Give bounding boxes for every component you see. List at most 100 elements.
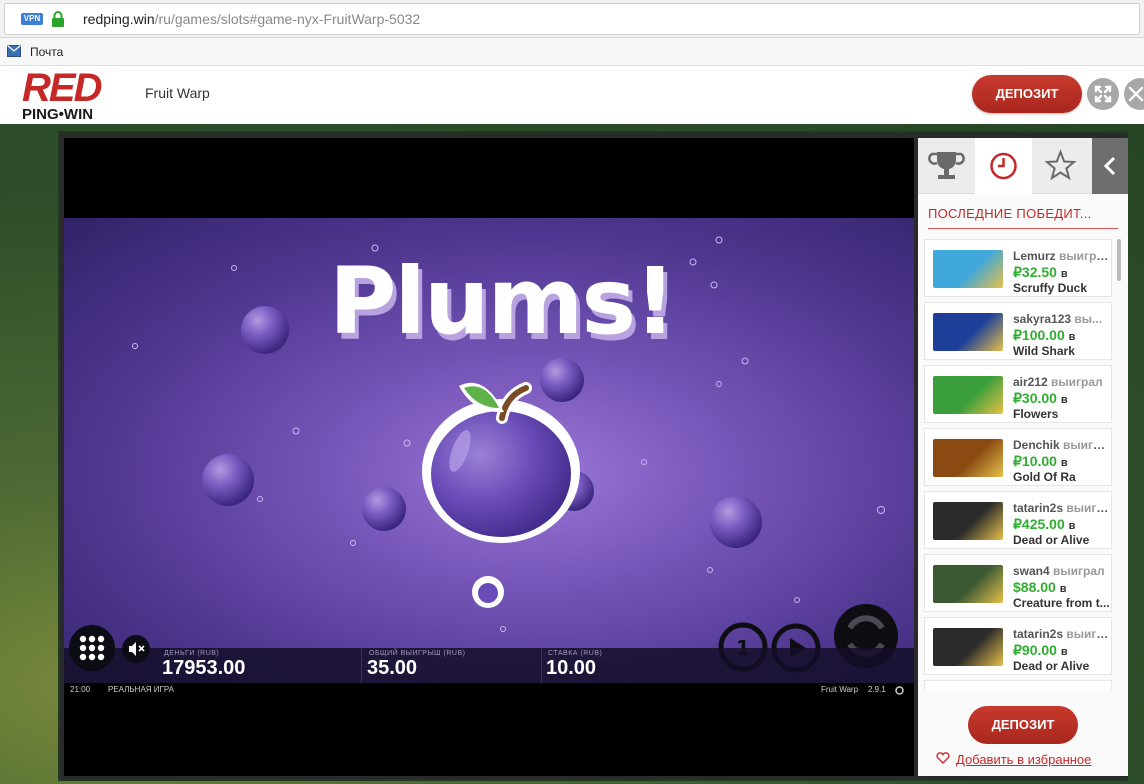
expand-icon <box>1094 85 1112 103</box>
clock-icon <box>990 152 1017 180</box>
winner-amount-line: ₽90.00 в <box>1013 642 1068 659</box>
deposit-button-panel[interactable]: ДЕПОЗИТ <box>968 706 1078 744</box>
vpn-badge[interactable]: VPN <box>21 13 43 25</box>
winner-user: tatarin2s выигр... <box>1013 627 1110 641</box>
close-game-button[interactable] <box>1124 78 1144 110</box>
winner-user: Lemurz выиграл <box>1013 249 1110 263</box>
winners-list[interactable]: Lemurz выиграл ₽32.50 в Scruffy Duck sakyra… <box>924 239 1116 691</box>
winner-amount: ₽100.00 <box>1013 327 1065 343</box>
winner-item[interactable]: Denchik выиграл ₽10.00 в Gold Of Ra <box>924 428 1112 486</box>
winner-game[interactable]: Flowers <box>1013 407 1110 421</box>
game-thumbnail[interactable] <box>933 250 1003 288</box>
game-mode: РЕАЛЬНАЯ ИГРА <box>108 685 175 694</box>
collapse-panel-button[interactable] <box>1092 138 1128 194</box>
winner-verb: выигр... <box>1066 627 1110 641</box>
winner-verb: выиграл <box>1059 249 1110 263</box>
site-logo[interactable]: RED PING•WIN <box>20 66 120 123</box>
winner-game[interactable]: Dead or Alive <box>1013 659 1110 673</box>
game-hud: ДЕНЬГИ (RUB) 17953.00 ОБЩИЙ ВЫИГРЫШ (RUB… <box>64 648 914 683</box>
bookmarks-bar: Почта <box>0 38 1144 66</box>
winner-verb: выиграл <box>1063 438 1110 452</box>
winner-verb: вы... <box>1074 312 1103 326</box>
winner-item[interactable]: air212 выиграл ₽30.00 в Flowers <box>924 365 1112 423</box>
game-thumbnail[interactable] <box>933 628 1003 666</box>
star-icon <box>1044 149 1077 181</box>
winner-game[interactable]: Gold Of Ra <box>1013 470 1110 484</box>
winner-game[interactable]: Dead or Alive <box>1013 533 1110 547</box>
tab-recent-winners[interactable] <box>975 138 1032 194</box>
game-version: 2.9.1 <box>868 685 886 694</box>
game-thumbnail[interactable] <box>933 313 1003 351</box>
winner-in: в <box>1060 457 1068 469</box>
winner-game[interactable]: Scruffy Duck <box>1013 281 1110 295</box>
footer-game-name: Fruit Warp <box>821 685 859 694</box>
winner-verb: выиграл <box>1053 564 1105 578</box>
winner-amount-line: ₽100.00 в <box>1013 327 1075 344</box>
winner-username: air212 <box>1013 375 1048 389</box>
winner-item[interactable]: tatarin2s выигр... ₽425.00 в Dead or Alive <box>924 491 1112 549</box>
winner-username: Lemurz <box>1013 249 1056 263</box>
money-label: ДЕНЬГИ (RUB) <box>164 650 220 657</box>
winner-amount-line: ₽30.00 в <box>1013 390 1068 407</box>
winner-item[interactable]: swan4 выиграл $88.00 в Creature from t... <box>924 554 1112 612</box>
game-menu-button[interactable] <box>69 625 115 671</box>
mail-icon[interactable] <box>7 45 21 57</box>
heart-icon <box>936 752 950 764</box>
winner-game[interactable]: Wild Shark <box>1013 344 1110 358</box>
winner-amount-line: $88.00 в <box>1013 579 1066 595</box>
logo-main-text: RED <box>22 66 102 110</box>
winner-in: в <box>1068 331 1076 343</box>
winner-item[interactable]: sakyra123 вы... ₽100.00 в Wild Shark <box>924 302 1112 360</box>
winner-item[interactable] <box>924 680 1112 691</box>
winner-user: tatarin2s выигр... <box>1013 501 1110 515</box>
bet-label: СТАВКА (RUB) <box>548 650 603 657</box>
game-thumbnail[interactable] <box>933 502 1003 540</box>
winner-item[interactable]: Lemurz выиграл ₽32.50 в Scruffy Duck <box>924 239 1112 297</box>
game-thumbnail[interactable] <box>933 439 1003 477</box>
winner-username: tatarin2s <box>1013 627 1064 641</box>
winner-amount: ₽32.50 <box>1013 264 1057 280</box>
sound-toggle-button[interactable] <box>122 635 150 663</box>
hud-divider <box>541 648 542 683</box>
winner-verb: выигр... <box>1066 501 1110 515</box>
winner-in: в <box>1068 520 1076 532</box>
winner-user: Denchik выиграл <box>1013 438 1110 452</box>
logo-sub-text: PING•WIN <box>22 106 94 123</box>
browser-address-bar: VPN redping.win/ru/games/slots#game-nyx-… <box>0 0 1144 38</box>
winners-scrollbar[interactable] <box>1117 239 1121 281</box>
game-status-strip: 21:00 РЕАЛЬНАЯ ИГРА Fruit Warp 2.9.1 <box>64 683 914 697</box>
winner-amount: ₽90.00 <box>1013 642 1057 658</box>
winner-user: swan4 выиграл <box>1013 564 1110 578</box>
url-field[interactable]: VPN redping.win/ru/games/slots#game-nyx-… <box>4 3 1140 35</box>
win-label: ОБЩИЙ ВЫИГРЫШ (RUB) <box>369 650 466 657</box>
tab-tournaments[interactable] <box>918 138 975 194</box>
mute-icon <box>129 642 145 656</box>
settings-icon[interactable] <box>895 686 904 695</box>
game-thumbnail[interactable] <box>933 565 1003 603</box>
winner-username: sakyra123 <box>1013 312 1072 326</box>
winner-amount: ₽30.00 <box>1013 390 1057 406</box>
add-to-favorites-link[interactable]: Добавить в избранное <box>936 752 1091 767</box>
game-stage[interactable]: 1 Plums! <box>64 218 914 683</box>
spin-indicator <box>472 576 504 608</box>
winner-amount-line: ₽425.00 в <box>1013 516 1075 533</box>
add-to-favorites-label: Добавить в избранное <box>956 752 1092 767</box>
close-icon <box>1128 86 1144 102</box>
winner-amount: $88.00 <box>1013 579 1056 595</box>
url-text[interactable]: redping.win/ru/games/slots#game-nyx-Frui… <box>83 11 420 27</box>
panel-tabs <box>918 138 1128 194</box>
chevron-left-icon <box>1103 156 1116 176</box>
winner-amount-line: ₽32.50 в <box>1013 264 1068 281</box>
fullscreen-button[interactable] <box>1087 78 1119 110</box>
winner-item[interactable]: tatarin2s выигр... ₽90.00 в Dead or Alive <box>924 617 1112 675</box>
winner-game[interactable]: Creature from t... <box>1013 596 1110 610</box>
bookmark-mail[interactable]: Почта <box>30 45 63 59</box>
lock-icon[interactable] <box>51 10 65 28</box>
deposit-button-header[interactable]: ДЕПОЗИТ <box>972 75 1082 113</box>
heading-divider <box>928 228 1118 229</box>
side-panel: ПОСЛЕДНИЕ ПОБЕДИТ... Lemurz выиграл ₽32.5… <box>918 138 1128 776</box>
game-thumbnail[interactable] <box>933 376 1003 414</box>
bet-value: 10.00 <box>546 657 597 679</box>
win-banner: Plums! <box>329 248 676 355</box>
tab-favorites[interactable] <box>1032 138 1089 194</box>
